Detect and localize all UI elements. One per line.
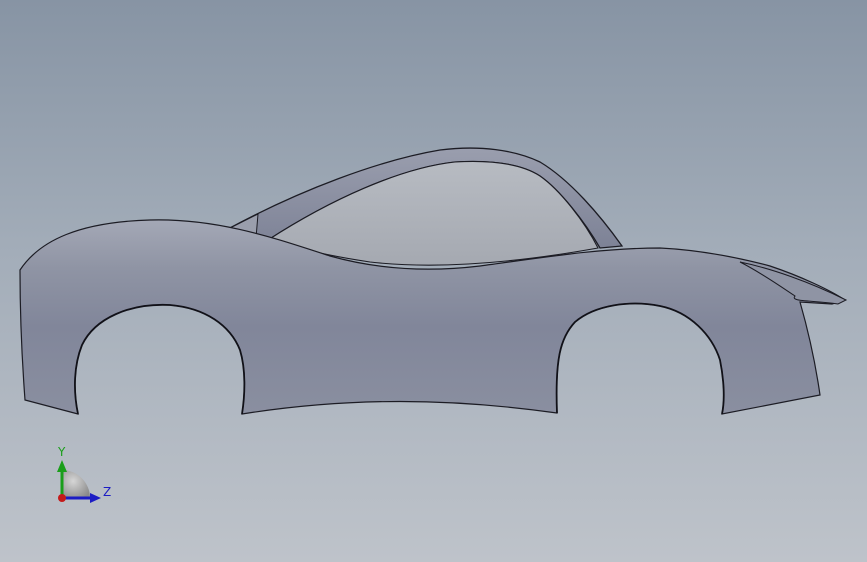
graphics-viewport[interactable]: Y Z — [0, 0, 867, 562]
z-axis-arrow — [90, 493, 101, 503]
triad-origin — [58, 494, 66, 502]
y-axis-label: Y — [57, 445, 66, 459]
y-axis-arrow — [57, 460, 67, 472]
triad-sphere-quarter — [62, 470, 90, 498]
z-axis-label: Z — [103, 485, 111, 499]
reference-triad: Y Z — [57, 445, 111, 503]
car-body-model[interactable] — [19, 147, 848, 415]
